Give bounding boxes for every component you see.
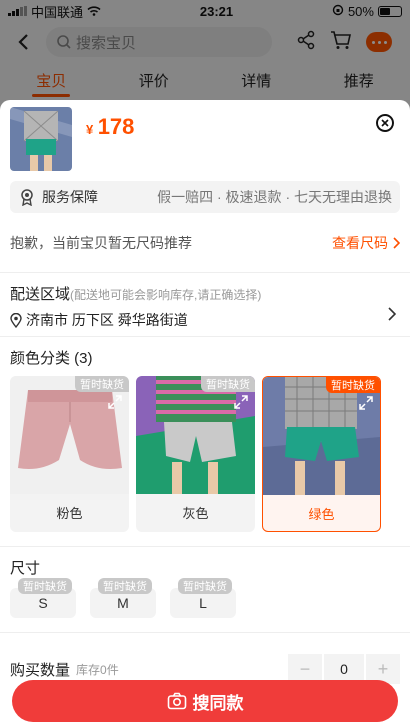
color-option-green[interactable]: 暂时缺货 绿色 — [262, 376, 381, 532]
delivery-address: 济南市 历下区 舜华路街道 — [26, 312, 188, 328]
color-option-pink[interactable]: 暂时缺货 粉色 — [10, 376, 129, 532]
product-thumbnail[interactable] — [10, 107, 72, 171]
service-guarantee[interactable]: 服务保障 假一赔四 · 极速退款 · 七天无理由退换 — [10, 181, 400, 213]
service-title: 服务保障 — [42, 189, 98, 205]
service-detail: 假一赔四 · 极速退款 · 七天无理由退换 — [157, 189, 392, 205]
view-size-link[interactable]: 查看尺码 — [332, 233, 400, 253]
search-similar-label: 搜同款 — [192, 693, 244, 713]
out-of-stock-badge: 暂时缺货 — [326, 377, 380, 393]
color-option-gray[interactable]: 暂时缺货 灰色 — [136, 376, 255, 532]
stock-count: 库存0件 — [76, 662, 119, 677]
expand-icon[interactable] — [233, 394, 249, 410]
chevron-right-icon — [393, 236, 400, 249]
expand-icon[interactable] — [358, 395, 374, 411]
divider — [0, 632, 410, 633]
size-label: M — [117, 595, 129, 611]
size-section-title: 尺寸 — [10, 560, 41, 577]
size-option-s[interactable]: 暂时缺货 S — [10, 578, 76, 618]
size-label: S — [38, 595, 48, 611]
size-hint-text: 抱歉，当前宝贝暂无尺码推荐 — [10, 234, 192, 251]
quantity-title: 购买数量 — [10, 661, 71, 679]
view-size-label: 查看尺码 — [332, 234, 388, 251]
color-label: 灰色 — [182, 505, 209, 521]
location-icon — [10, 312, 22, 328]
currency-symbol: ¥ — [86, 122, 94, 137]
size-option-m[interactable]: 暂时缺货 M — [90, 578, 156, 618]
out-of-stock-badge: 暂时缺货 — [201, 376, 255, 392]
close-button[interactable] — [376, 114, 394, 132]
delivery-area[interactable]: 配送区域(配送地可能会影响库存,请正确选择) 济南市 历下区 舜华路街道 — [0, 273, 410, 337]
out-of-stock-badge: 暂时缺货 — [178, 578, 232, 594]
out-of-stock-badge: 暂时缺货 — [75, 376, 129, 392]
chevron-right-icon — [388, 307, 396, 321]
delivery-title: 配送区域 — [10, 286, 71, 303]
size-recommendation: 抱歉，当前宝贝暂无尺码推荐 查看尺码 — [0, 213, 410, 273]
badge-icon — [21, 189, 33, 206]
color-label: 绿色 — [308, 506, 335, 522]
delivery-note: (配送地可能会影响库存,请正确选择) — [70, 288, 262, 302]
size-option-l[interactable]: 暂时缺货 L — [170, 578, 236, 618]
color-label: 粉色 — [56, 505, 83, 521]
color-options: 暂时缺货 粉色 暂时缺货 灰色 暂时缺货 绿色 — [0, 368, 410, 532]
price: ¥ 178 — [86, 114, 134, 140]
price-value: 178 — [97, 114, 135, 139]
out-of-stock-badge: 暂时缺货 — [18, 578, 72, 594]
close-icon — [381, 119, 389, 127]
size-label: L — [199, 595, 207, 611]
product-header: ¥ 178 — [0, 100, 410, 178]
expand-icon[interactable] — [107, 394, 123, 410]
color-section-title: 颜色分类 (3) — [10, 350, 93, 367]
size-options: 暂时缺货 S 暂时缺货 M 暂时缺货 L — [0, 578, 410, 618]
sku-sheet: ¥ 178 服务保障 假一赔四 · 极速退款 · 七天无理由退换 抱歉，当前宝贝… — [0, 100, 410, 728]
camera-icon — [167, 692, 186, 710]
out-of-stock-badge: 暂时缺货 — [98, 578, 152, 594]
search-similar-button[interactable]: 搜同款 — [12, 680, 398, 722]
